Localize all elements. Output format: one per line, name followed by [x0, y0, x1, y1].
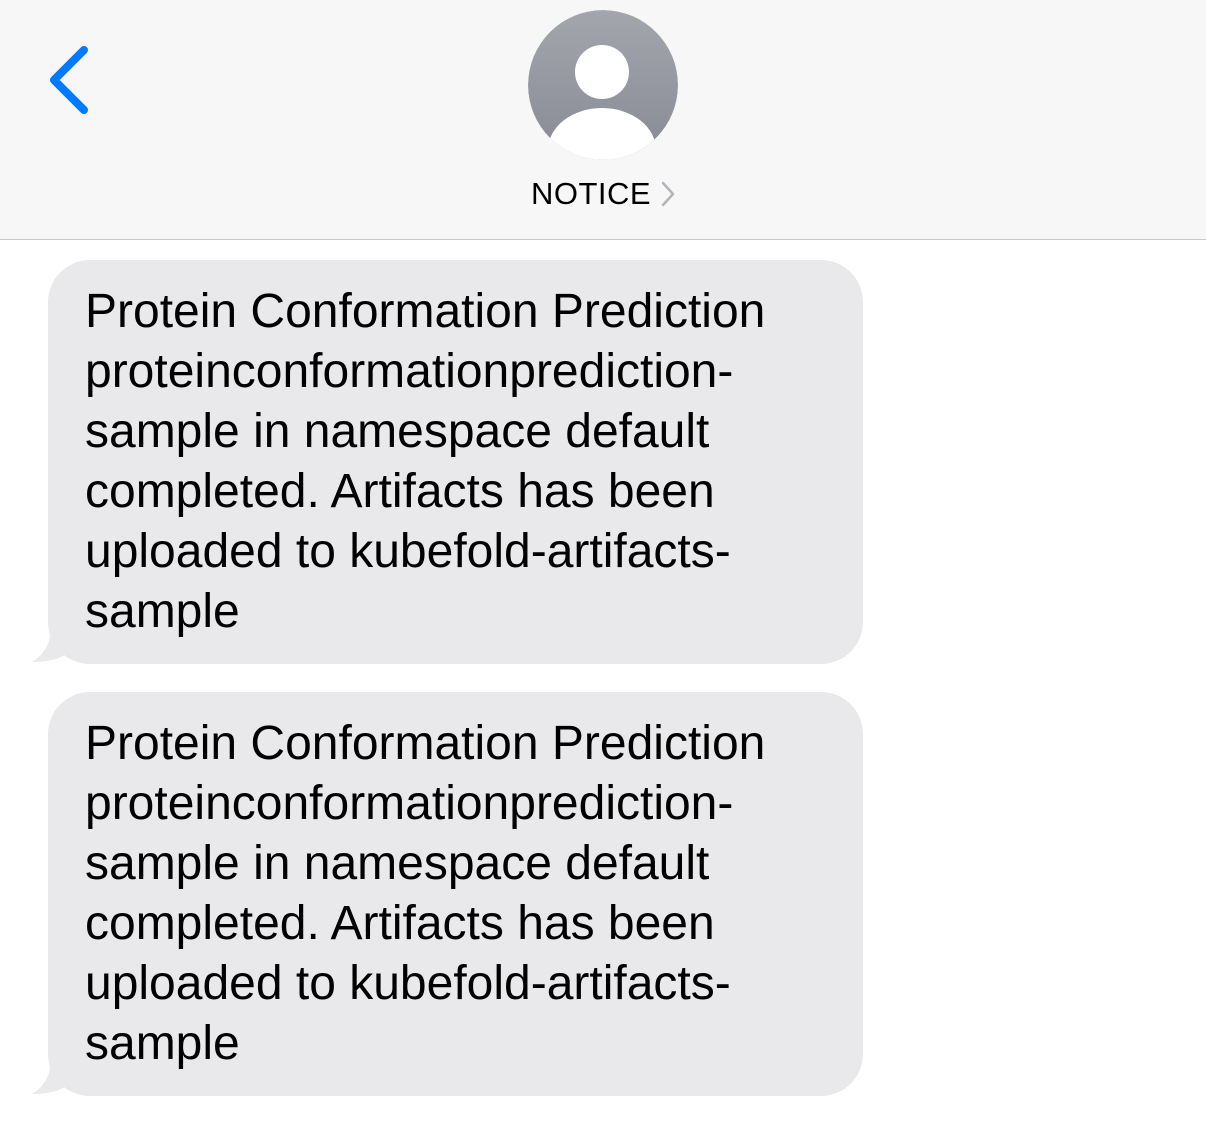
- message-bubble[interactable]: Protein Conformation Prediction proteinc…: [48, 260, 863, 664]
- message-item: Protein Conformation Prediction proteinc…: [30, 260, 863, 664]
- chevron-left-icon: [50, 46, 88, 114]
- chevron-right-icon: [661, 181, 675, 207]
- contact-avatar[interactable]: [528, 10, 678, 160]
- back-button[interactable]: [38, 40, 98, 120]
- message-thread[interactable]: Protein Conformation Prediction proteinc…: [0, 240, 1206, 1127]
- message-item: Protein Conformation Prediction proteinc…: [30, 692, 863, 1096]
- contact-info-button[interactable]: NOTICE: [0, 172, 1206, 216]
- message-bubble[interactable]: Protein Conformation Prediction proteinc…: [48, 692, 863, 1096]
- person-silhouette-icon: [528, 10, 678, 160]
- conversation-header: NOTICE: [0, 0, 1206, 240]
- contact-name: NOTICE: [530, 176, 652, 211]
